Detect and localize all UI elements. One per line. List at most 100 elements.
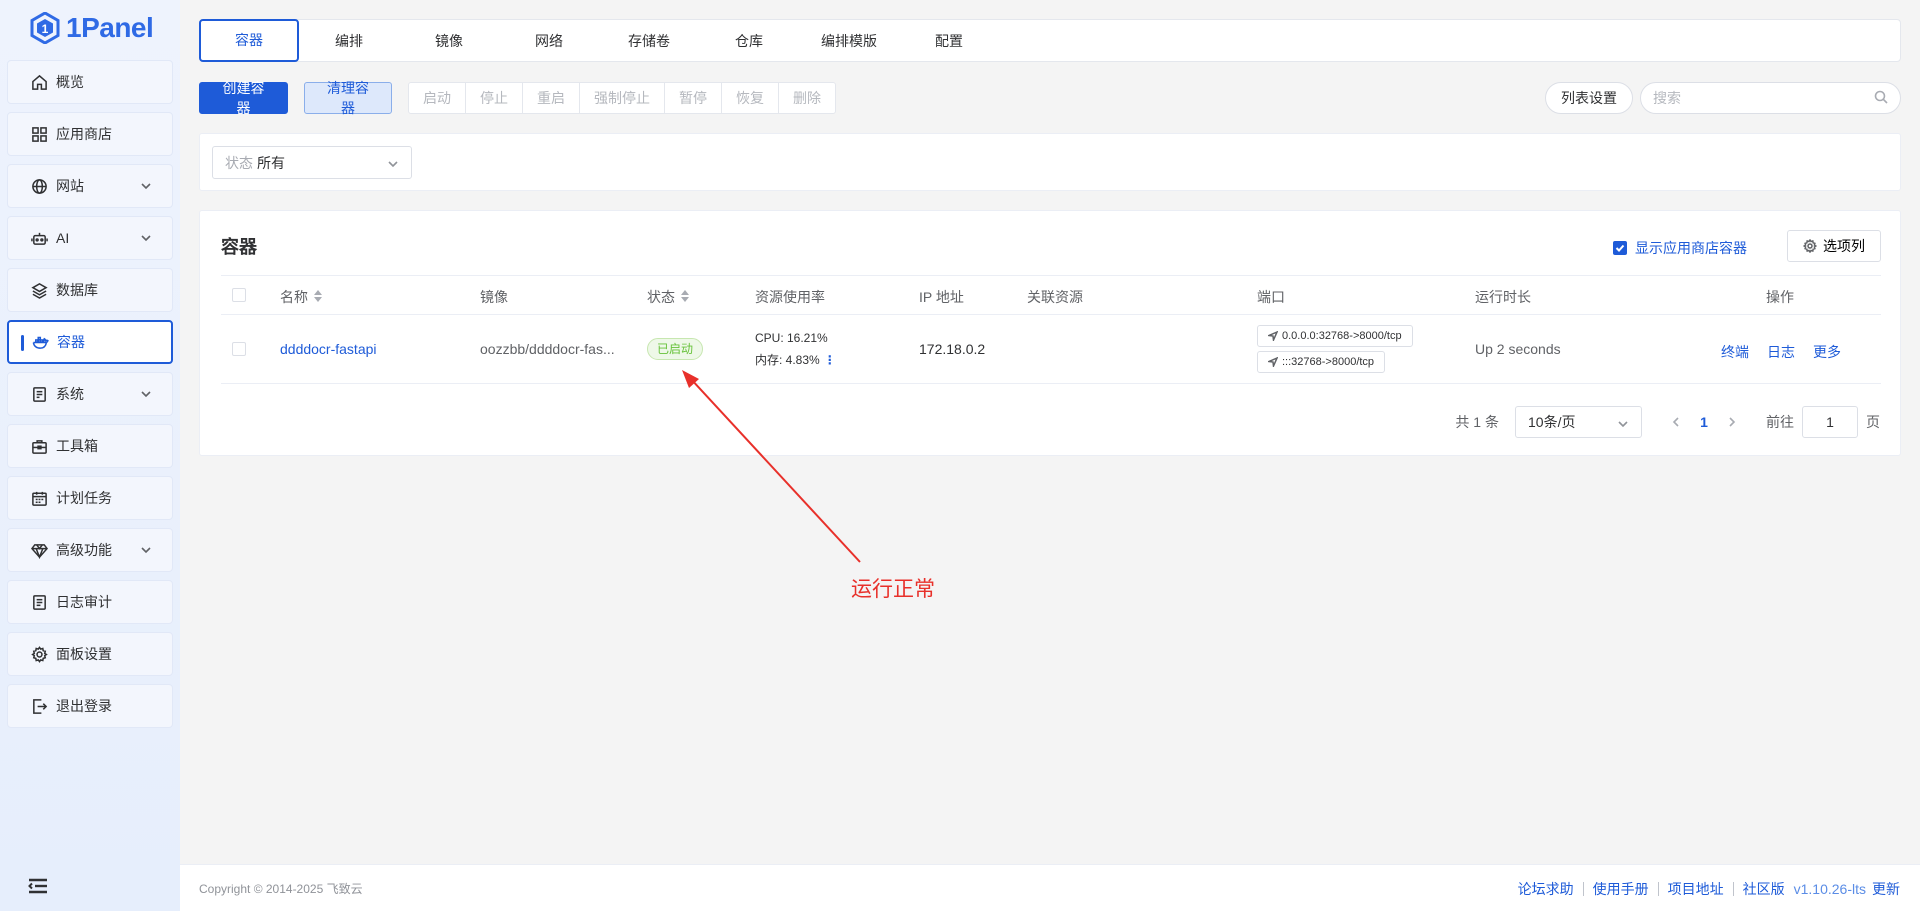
- page-size-select[interactable]: 10条/页: [1515, 406, 1642, 438]
- tab-images[interactable]: 镜像: [399, 20, 499, 61]
- port-mapping[interactable]: 0.0.0.0:32768->8000/tcp: [1257, 325, 1413, 347]
- sort-icon[interactable]: [314, 289, 322, 305]
- tab-config[interactable]: 配置: [899, 20, 999, 61]
- brand-name: 1Panel: [66, 12, 154, 43]
- force-stop-button[interactable]: 强制停止: [580, 83, 665, 113]
- column-header-name[interactable]: 名称: [280, 287, 322, 307]
- sidebar-item-ai[interactable]: AI: [7, 216, 173, 260]
- resume-button[interactable]: 恢复: [722, 83, 779, 113]
- forum-link[interactable]: 论坛求助: [1509, 882, 1584, 896]
- sidebar-item-appstore[interactable]: 应用商店: [7, 112, 173, 156]
- gear-icon: [30, 645, 48, 663]
- column-header-resource: 资源使用率: [755, 289, 825, 305]
- sidebar-item-website[interactable]: 网站: [7, 164, 173, 208]
- goto-page-input[interactable]: [1802, 406, 1858, 438]
- sidebar-item-toolbox[interactable]: 工具箱: [7, 424, 173, 468]
- column-header-port: 端口: [1257, 289, 1285, 305]
- column-header-image: 镜像: [480, 289, 508, 305]
- column-header-label: 状态: [647, 289, 675, 305]
- filter-card: 状态 所有: [199, 133, 1901, 191]
- tab-compose[interactable]: 编排: [299, 20, 399, 61]
- toolbox-icon: [30, 437, 48, 455]
- sort-icon[interactable]: [681, 289, 689, 305]
- column-header-status[interactable]: 状态: [647, 287, 689, 307]
- goto-label: 前往: [1766, 414, 1794, 430]
- status-badge: 已启动: [647, 338, 704, 360]
- sidebar-item-label: 高级功能: [56, 542, 112, 558]
- sidebar-item-settings[interactable]: 面板设置: [7, 632, 173, 676]
- pagination: 共 1 条 10条/页 1 前往 页: [1455, 406, 1880, 438]
- page-number[interactable]: 1: [1686, 414, 1722, 430]
- logo[interactable]: 1 1Panel: [30, 10, 154, 46]
- show-appstore-containers-toggle[interactable]: 显示应用商店容器: [1613, 238, 1747, 258]
- chevron-right-icon: [1729, 417, 1736, 427]
- footer-links: 论坛求助 使用手册 项目地址 社区版 v1.10.26-lts 更新: [1509, 879, 1900, 899]
- checkbox-checked-icon[interactable]: [1613, 241, 1627, 255]
- logout-icon: [30, 697, 48, 715]
- sidebar-item-label: 退出登录: [56, 698, 112, 714]
- chevron-down-icon: [140, 387, 152, 399]
- container-list-card: 容器 显示应用商店容器 选项列 名称 镜像 状态 资源使用率 IP 地址 关联资…: [199, 210, 1901, 456]
- clean-containers-button[interactable]: 清理容器: [304, 80, 392, 116]
- columns-button[interactable]: 选项列: [1787, 230, 1881, 262]
- footer: Copyright © 2014-2025 飞致云 论坛求助 使用手册 项目地址…: [180, 864, 1920, 911]
- batch-action-group: 启动 停止 重启 强制停止 暂停 恢复 删除: [408, 82, 836, 114]
- restart-button[interactable]: 重启: [523, 83, 580, 113]
- delete-button[interactable]: 删除: [779, 83, 835, 113]
- project-link[interactable]: 项目地址: [1659, 882, 1734, 896]
- chevron-down-icon: [140, 543, 152, 555]
- create-container-button[interactable]: 创建容器: [199, 80, 288, 116]
- copyright: Copyright © 2014-2025 飞致云: [199, 882, 363, 896]
- sidebar-item-label: AI: [56, 230, 70, 246]
- svg-text:1: 1: [42, 22, 49, 36]
- sidebar: 1 1Panel 概览 应用商店 网站 AI 数据库 容器 系统 工具箱 计划任…: [0, 0, 180, 911]
- sidebar-item-label: 数据库: [56, 282, 98, 298]
- tab-containers[interactable]: 容器: [199, 18, 299, 62]
- sidebar-item-log-audit[interactable]: 日志审计: [7, 580, 173, 624]
- next-page-button[interactable]: [1722, 417, 1742, 427]
- tab-repositories[interactable]: 仓库: [699, 20, 799, 61]
- sidebar-item-advanced[interactable]: 高级功能: [7, 528, 173, 572]
- logs-action-link[interactable]: 日志: [1767, 342, 1795, 362]
- update-link[interactable]: 更新: [1872, 879, 1900, 899]
- search-input[interactable]: [1653, 90, 1874, 106]
- column-header-actions: 操作: [1766, 289, 1794, 305]
- sidebar-item-cron[interactable]: 计划任务: [7, 476, 173, 520]
- pause-button[interactable]: 暂停: [665, 83, 722, 113]
- sidebar-item-label: 面板设置: [56, 646, 112, 662]
- sidebar-item-overview[interactable]: 概览: [7, 60, 173, 104]
- sidebar-item-container[interactable]: 容器: [7, 320, 173, 364]
- sidebar-item-logout[interactable]: 退出登录: [7, 684, 173, 728]
- select-all-checkbox[interactable]: [232, 288, 246, 302]
- container-name-link[interactable]: ddddocr-fastapi: [280, 341, 377, 357]
- port-list: 0.0.0.0:32768->8000/tcp :::32768->8000/t…: [1257, 325, 1413, 377]
- stop-button[interactable]: 停止: [466, 83, 523, 113]
- terminal-action-link[interactable]: 终端: [1721, 342, 1749, 362]
- sidebar-item-system[interactable]: 系统: [7, 372, 173, 416]
- manual-link[interactable]: 使用手册: [1584, 882, 1659, 896]
- ip-address: 172.18.0.2: [919, 341, 986, 357]
- collapse-menu-button[interactable]: [28, 877, 48, 897]
- prev-page-button[interactable]: [1666, 417, 1686, 427]
- sidebar-item-database[interactable]: 数据库: [7, 268, 173, 312]
- edition-link[interactable]: 社区版: [1734, 882, 1794, 896]
- diamond-icon: [30, 541, 48, 559]
- chevron-down-icon: [140, 179, 152, 191]
- tab-compose-templates[interactable]: 编排模版: [799, 20, 899, 61]
- port-mapping[interactable]: :::32768->8000/tcp: [1257, 351, 1386, 373]
- row-checkbox[interactable]: [232, 342, 246, 359]
- tab-volumes[interactable]: 存储卷: [599, 20, 699, 61]
- columns-button-label: 选项列: [1823, 238, 1865, 254]
- resource-usage: CPU: 16.21% 内存: 4.83% ⋮: [755, 327, 836, 371]
- tab-networks[interactable]: 网络: [499, 20, 599, 61]
- search-icon[interactable]: [1874, 90, 1888, 107]
- list-settings-button[interactable]: 列表设置: [1545, 82, 1633, 114]
- cpu-usage: CPU: 16.21%: [755, 331, 828, 345]
- log-icon: [30, 593, 48, 611]
- more-action-link[interactable]: 更多: [1813, 342, 1841, 362]
- start-button[interactable]: 启动: [409, 83, 466, 113]
- home-icon: [30, 73, 48, 91]
- more-vertical-icon[interactable]: ⋮: [824, 353, 836, 367]
- container-tabs: 容器 编排 镜像 网络 存储卷 仓库 编排模版 配置: [199, 18, 1901, 62]
- status-filter-select[interactable]: 状态 所有: [212, 146, 412, 179]
